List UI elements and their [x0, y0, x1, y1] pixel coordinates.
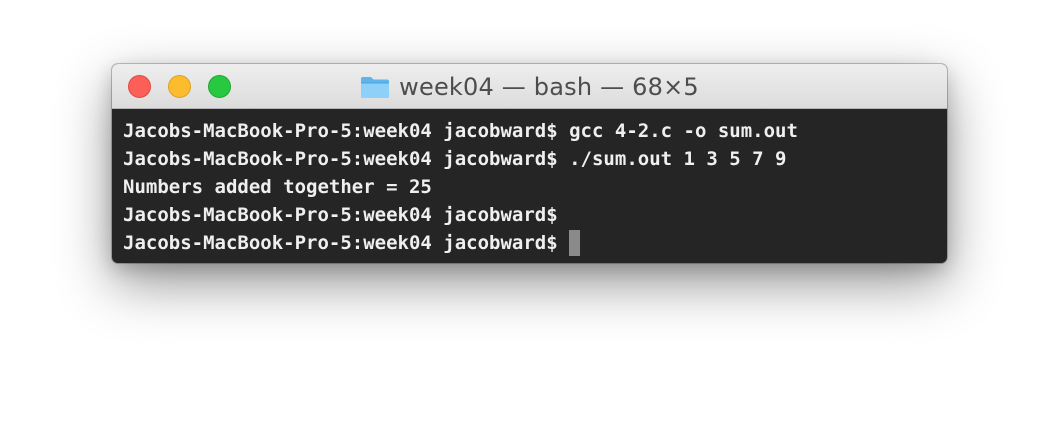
window-title: week04 — bash — 68×5 [399, 72, 699, 101]
folder-icon [360, 75, 390, 99]
terminal-line-text: Jacobs-MacBook-Pro-5:week04 jacobward$ .… [123, 148, 787, 170]
terminal-line: Jacobs-MacBook-Pro-5:week04 jacobward$ g… [123, 117, 947, 145]
window-title-group: week04 — bash — 68×5 [112, 64, 947, 109]
terminal-line: Jacobs-MacBook-Pro-5:week04 jacobward$ .… [123, 145, 947, 173]
terminal-window: week04 — bash — 68×5 Jacobs-MacBook-Pro-… [112, 64, 947, 263]
terminal-prompt-line[interactable]: Jacobs-MacBook-Pro-5:week04 jacobward$ [123, 229, 947, 257]
terminal-line: Numbers added together = 25 [123, 173, 947, 201]
terminal-output[interactable]: Jacobs-MacBook-Pro-5:week04 jacobward$ g… [112, 109, 947, 263]
terminal-line-text: Numbers added together = 25 [123, 176, 432, 198]
terminal-line-text: Jacobs-MacBook-Pro-5:week04 jacobward$ g… [123, 120, 798, 142]
title-bar[interactable]: week04 — bash — 68×5 [112, 64, 947, 109]
terminal-line-text: Jacobs-MacBook-Pro-5:week04 jacobward$ [123, 232, 570, 254]
text-cursor [569, 230, 581, 256]
terminal-line: Jacobs-MacBook-Pro-5:week04 jacobward$ [123, 201, 947, 229]
terminal-line-text: Jacobs-MacBook-Pro-5:week04 jacobward$ [123, 204, 558, 226]
